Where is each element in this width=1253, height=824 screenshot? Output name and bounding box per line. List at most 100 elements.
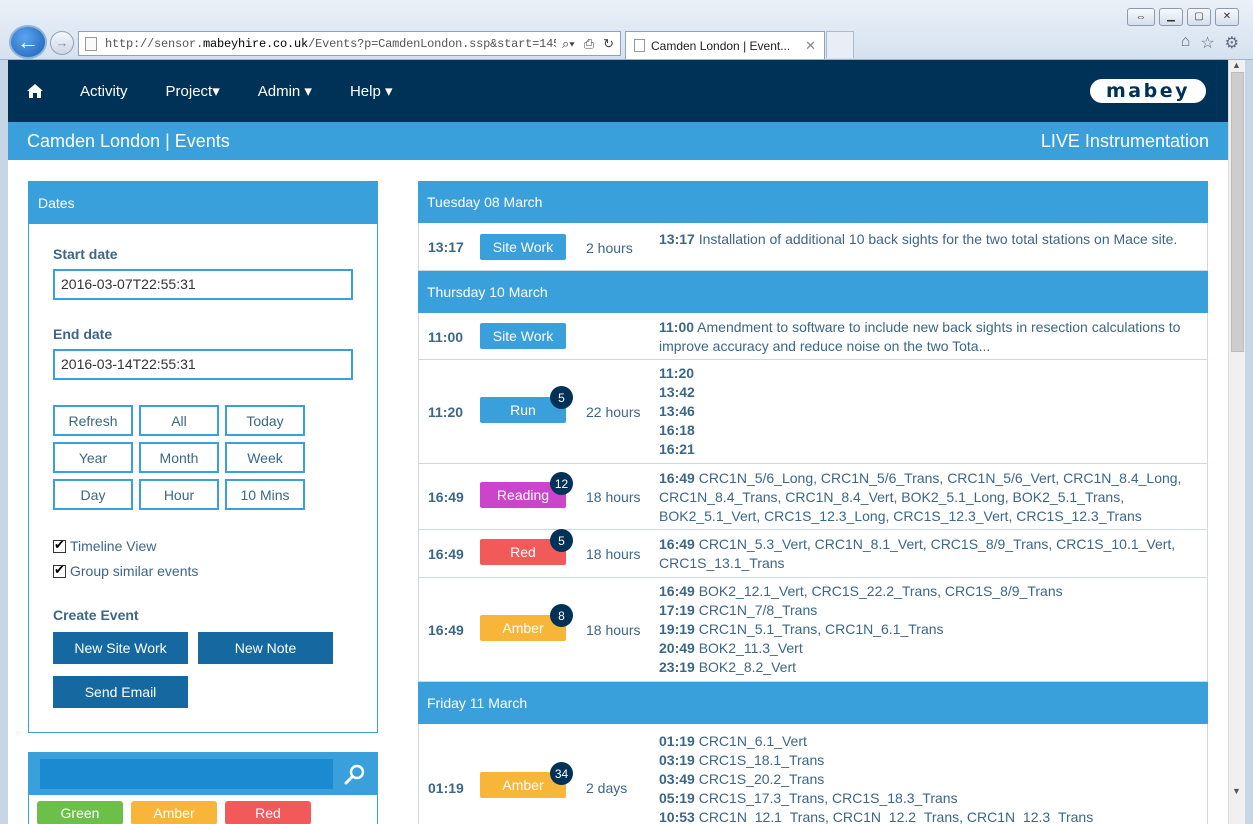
filter-red[interactable]: Red [225,801,311,824]
group-similar-label: Group similar events [70,563,199,579]
event-duration: 22 hours [586,404,641,420]
new-note-button[interactable]: New Note [198,632,333,664]
line-time: 13:46 [659,403,695,419]
tab-close-icon[interactable]: ✕ [805,38,816,54]
timeline-view-checkbox[interactable] [53,537,66,553]
scroll-up-icon[interactable]: ▲ [1232,60,1241,70]
line-time: 16:49 [659,583,695,599]
page-title: Camden London | Events [27,130,230,151]
timeline-view-label: Timeline View [70,538,157,554]
ten-mins-button[interactable]: 10 Mins [225,479,305,510]
event-line: 05:19 CRC1S_17.3_Trans, CRC1S_18.3_Trans [659,789,1199,808]
browser-tab[interactable]: Camden London | Event... ✕ [625,31,825,59]
settings-gear-icon[interactable]: ⚙ [1225,33,1239,53]
group-similar-checkbox[interactable] [53,562,66,578]
nav-admin[interactable]: Admin ▾ [258,82,312,100]
compat-view-icon[interactable]: ⎙ [584,36,594,52]
nav-project[interactable]: Project▾ [166,82,220,100]
event-line: 11:20 [659,364,1199,383]
line-text: BOK2_11.3_Vert [694,640,803,656]
event-line: 16:21 [659,440,1199,459]
maximize-icon[interactable]: ▢ [1187,8,1211,26]
page-header: Camden London | Events LIVE Instrumentat… [8,122,1228,160]
week-button[interactable]: Week [225,442,305,473]
back-arrow-icon[interactable]: ← [9,25,47,59]
event-row[interactable]: 11:20 Run 5 22 hours 11:20 13:42 13:46 1… [418,360,1208,464]
year-button[interactable]: Year [53,442,133,473]
nav-help[interactable]: Help ▾ [350,82,393,100]
event-line: 03:19 CRC1S_18.1_Trans [659,751,1199,770]
event-row[interactable]: 16:49 Amber 8 18 hours 16:49 BOK2_12.1_V… [418,578,1208,682]
day-header: Friday 11 March [418,682,1208,724]
minimize-icon[interactable]: ▁ [1159,8,1183,26]
hour-button[interactable]: Hour [139,479,219,510]
search-icon[interactable]: ⌕▾ [562,36,575,52]
month-button[interactable]: Month [139,442,219,473]
line-text: Amendment to software to include new bac… [659,319,1181,354]
line-text: CRC1N_12.1_Trans, CRC1N_12.2_Trans, CRC1… [694,809,1094,824]
filter-amber[interactable]: Amber [131,801,217,824]
line-text: CRC1N_5/6_Long, CRC1N_5/6_Trans, CRC1N_5… [659,470,1182,524]
window-frame-left [0,60,8,824]
window-controls: ▁ ▢ ✕ [1159,8,1239,26]
event-line: 13:42 [659,383,1199,402]
start-date-input[interactable]: 2016-03-07T22:55:31 [53,269,353,300]
line-text: Installation of additional 10 back sight… [694,231,1178,247]
refresh-icon[interactable]: ↻ [603,36,614,52]
browser-toolbar-icons: ⌂ ☆ ⚙ [1181,33,1239,53]
scroll-thumb[interactable] [1231,72,1244,352]
line-time: 13:42 [659,384,695,400]
event-description: 01:19 CRC1N_6.1_Vert 03:19 CRC1S_18.1_Tr… [659,732,1199,824]
search-input[interactable] [40,759,333,789]
mabey-logo[interactable]: mabey [1090,79,1206,103]
send-email-button[interactable]: Send Email [53,676,188,708]
new-tab-button[interactable] [826,31,854,58]
restore-window-icon[interactable]: ⇔ [1127,8,1155,26]
event-row[interactable]: 16:49 Reading 12 18 hours 16:49 CRC1N_5/… [418,464,1208,530]
line-time: 16:18 [659,422,695,438]
event-row[interactable]: 01:19 Amber 34 2 days 01:19 CRC1N_6.1_Ve… [418,724,1208,824]
event-time: 11:20 [428,404,464,420]
timeline-view-option[interactable]: Timeline View [53,537,157,554]
date-range-buttons: Refresh All Today Year Month Week Day Ho… [53,405,305,510]
event-count-badge: 34 [550,762,573,785]
event-row[interactable]: 16:49 Red 5 18 hours 16:49 CRC1N_5.3_Ver… [418,529,1208,578]
filter-green[interactable]: Green [37,801,123,824]
event-row[interactable]: 13:17 Site Work 2 hours 13:17 Installati… [418,223,1208,271]
page-subtitle: LIVE Instrumentation [1040,130,1209,151]
status-filters: Green Amber Red [29,795,377,824]
event-line: 13:46 [659,402,1199,421]
event-time: 11:00 [428,329,464,345]
forward-arrow-icon[interactable]: → [50,31,74,55]
event-type-badge[interactable]: Site Work [480,323,566,349]
search-panel: Green Amber Red [28,752,378,824]
event-count-badge: 5 [550,386,573,409]
day-button[interactable]: Day [53,479,133,510]
home-browser-icon[interactable]: ⌂ [1181,33,1191,53]
search-icon[interactable] [343,762,367,786]
end-date-input[interactable]: 2016-03-14T22:55:31 [53,349,353,380]
group-similar-option[interactable]: Group similar events [53,562,199,579]
address-bar[interactable]: http://sensor.mabeyhire.co.uk/Events?p=C… [78,31,621,56]
main-content: Dates Start date 2016-03-07T22:55:31 End… [8,160,1228,824]
all-button[interactable]: All [139,405,219,436]
line-text: CRC1N_5.1_Trans, CRC1N_6.1_Trans [694,621,944,637]
vertical-scrollbar[interactable]: ▲ ▼ [1228,60,1245,824]
close-window-icon[interactable]: ✕ [1215,8,1239,26]
line-time: 20:49 [659,640,695,656]
address-icons: ⌕▾ ⎙ ↻ [556,36,620,52]
new-site-work-button[interactable]: New Site Work [53,632,188,664]
event-row[interactable]: 11:00 Site Work 11:00 Amendment to softw… [418,313,1208,360]
event-count-badge: 12 [550,472,573,495]
today-button[interactable]: Today [225,405,305,436]
line-time: 01:19 [659,733,695,749]
scroll-down-icon[interactable]: ▼ [1232,786,1241,796]
event-description: 13:17 Installation of additional 10 back… [659,230,1199,249]
home-icon[interactable] [26,83,44,99]
nav-activity[interactable]: Activity [80,83,128,100]
refresh-button[interactable]: Refresh [53,405,133,436]
event-duration: 18 hours [586,489,641,505]
event-type-badge[interactable]: Site Work [480,234,566,260]
favorites-star-icon[interactable]: ☆ [1200,33,1214,53]
day-header: Thursday 10 March [418,271,1208,313]
